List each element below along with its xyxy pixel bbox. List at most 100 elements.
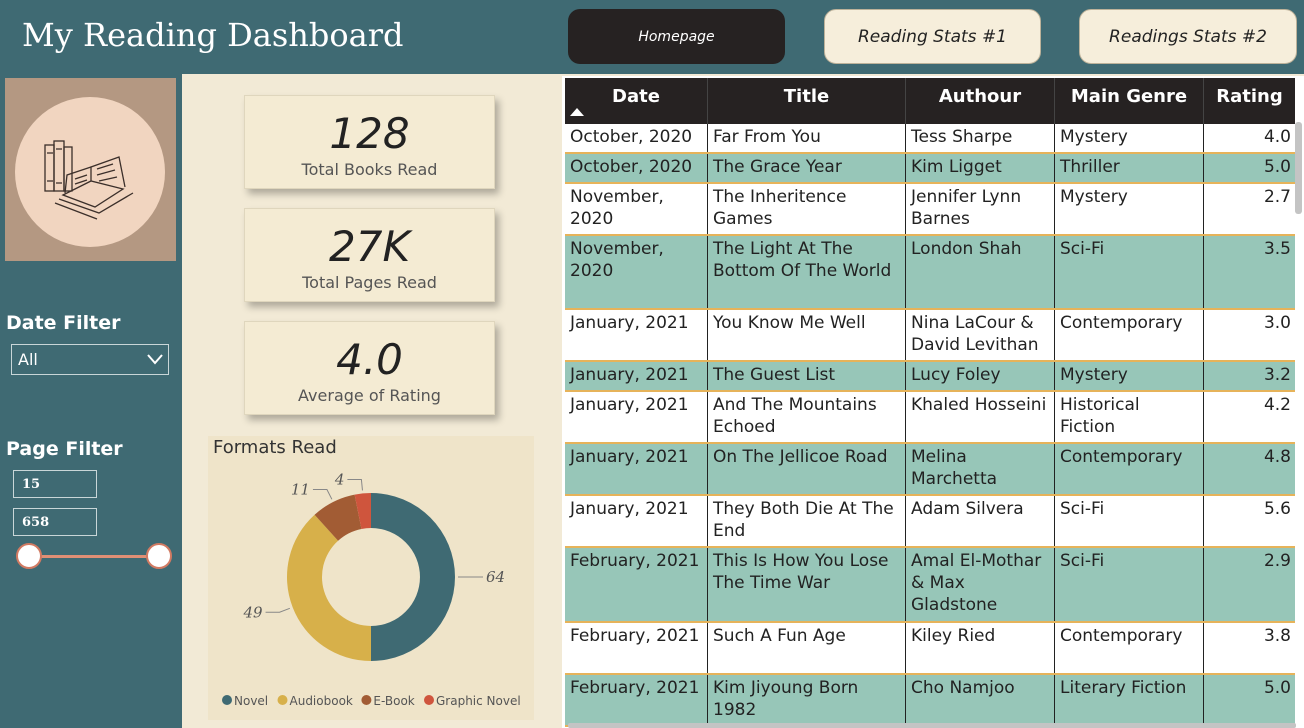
donut-slice-novel[interactable] [371, 493, 455, 661]
column-header-label: Title [783, 86, 830, 107]
table-cell: Mystery [1055, 362, 1204, 390]
date-filter-dropdown[interactable]: All [11, 344, 169, 375]
table-row[interactable]: February, 2021 This Is How You Lose The T… [565, 548, 1295, 623]
total-books-value: 128 [329, 109, 410, 158]
table-cell: Sci-Fi [1055, 548, 1204, 621]
vertical-scrollbar[interactable] [1295, 122, 1302, 214]
table-cell: The Inheritence Games [708, 184, 906, 234]
legend-entry[interactable]: E-Book [373, 694, 414, 708]
column-header-label: Rating [1216, 86, 1283, 107]
table-cell: Khaled Hosseini [906, 392, 1055, 442]
legend-dot [424, 695, 434, 705]
table-row[interactable]: November, 2020 The Inheritence Games Jenni… [565, 184, 1295, 236]
table-cell: Cho Namjoo [906, 675, 1055, 725]
table-cell: Jennifer Lynn Barnes [906, 184, 1055, 234]
table-cell: 3.0 [1263, 313, 1291, 333]
table-cell: The Light At The Bottom Of The World [708, 236, 906, 308]
table-cell: 2.9 [1263, 551, 1291, 571]
column-header-authour[interactable]: Authour [906, 78, 1055, 124]
column-header-label: Main Genre [1070, 86, 1188, 107]
table-cell: Kim Jiyoung Born 1982 [708, 675, 906, 725]
table-row[interactable]: February, 2021 Kim Jiyoung Born 1982 Cho N… [565, 675, 1295, 727]
table-cell: The Grace Year [708, 154, 906, 182]
date-filter-value: All [18, 350, 38, 369]
table-row[interactable]: October, 2020 The Grace Year Kim Ligget Thr… [565, 154, 1295, 184]
table-cell: 3.5 [1263, 239, 1291, 259]
table-cell: February, 2021 [565, 675, 708, 725]
total-pages-card: 27K Total Pages Read [244, 208, 495, 302]
horizontal-scrollbar[interactable] [568, 723, 1296, 728]
table-row[interactable]: October, 2020 Far From You Tess Sharpe Myst… [565, 124, 1295, 154]
table-body: October, 2020 Far From You Tess Sharpe Myst… [565, 124, 1295, 727]
column-header-title[interactable]: Title [708, 78, 906, 124]
table-cell: The Guest List [708, 362, 906, 390]
table-cell: Amal El-Mothar & Max Gladstone [906, 548, 1055, 621]
formats-donut-chart: 64 49 11 4 Novel Audiobook E-Book Graphic Novel [222, 470, 521, 708]
table-row[interactable]: January, 2021 And The Mountains Echoed Kha… [565, 392, 1295, 444]
table-cell: Kim Ligget [906, 154, 1055, 182]
readings-stats-2-button[interactable]: Readings Stats #2 [1079, 9, 1297, 64]
logo [5, 78, 176, 261]
books-illustration-icon [15, 97, 165, 247]
average-rating-card: 4.0 Average of Rating [244, 321, 495, 415]
reading-stats-1-button[interactable]: Reading Stats #1 [824, 9, 1041, 64]
total-pages-value: 27K [329, 222, 410, 271]
page-range-slider-track[interactable] [29, 555, 159, 558]
legend-entry[interactable]: Graphic Novel [436, 694, 521, 708]
table-row[interactable]: January, 2021 You Know Me Well Nina LaCour… [565, 310, 1295, 362]
table-cell: 5.0 [1263, 678, 1291, 698]
books-table: Date Title Authour Main Genre Rating October… [562, 76, 1304, 728]
table-cell: Far From You [708, 124, 906, 152]
table-cell: London Shah [906, 236, 1055, 308]
table-row[interactable]: January, 2021 They Both Die At The End Ada… [565, 496, 1295, 548]
nav-bar: Homepage Reading Stats #1 Readings Stats… [560, 0, 1304, 74]
table-cell: 3.2 [1263, 365, 1291, 385]
table-cell: Nina LaCour & David Levithan [906, 310, 1055, 360]
table-row[interactable]: January, 2021 On The Jellicoe Road Melina … [565, 444, 1295, 496]
app-title: My Reading Dashboard [22, 16, 404, 54]
sidebar: Date Filter All Page Filter 15 658 [0, 74, 182, 728]
page-range-max-handle[interactable] [146, 543, 172, 569]
legend-entry[interactable]: Novel [234, 694, 268, 708]
legend-dot [222, 695, 232, 705]
table-cell: November, 2020 [565, 184, 708, 234]
table-cell: On The Jellicoe Road [708, 444, 906, 494]
table-row[interactable]: November, 2020 The Light At The Bottom Of… [565, 236, 1295, 310]
table-cell: Sci-Fi [1055, 236, 1204, 308]
table-cell: Contemporary [1055, 623, 1204, 673]
table-row[interactable]: January, 2021 The Guest List Lucy Foley Mys… [565, 362, 1295, 392]
column-header-label: Date [612, 86, 660, 107]
table-cell: And The Mountains Echoed [708, 392, 906, 442]
table-cell: Thriller [1055, 154, 1204, 182]
table-cell: Historical Fiction [1055, 392, 1204, 442]
table-cell: Literary Fiction [1055, 675, 1204, 725]
column-header-date[interactable]: Date [565, 78, 708, 124]
column-header-main-genre[interactable]: Main Genre [1055, 78, 1204, 124]
total-books-card: 128 Total Books Read [244, 95, 495, 189]
table-cell: They Both Die At The End [708, 496, 906, 546]
table-cell: Such A Fun Age [708, 623, 906, 673]
donut-slice-audiobook[interactable] [287, 514, 371, 661]
page-min-input[interactable]: 15 [13, 470, 97, 498]
table-cell: 3.8 [1263, 626, 1291, 646]
homepage-button[interactable]: Homepage [568, 9, 785, 64]
table-cell: Kiley Ried [906, 623, 1055, 673]
table-cell: February, 2021 [565, 623, 708, 673]
legend-entry[interactable]: Audiobook [290, 694, 353, 708]
total-pages-label: Total Pages Read [302, 273, 437, 292]
page-filter-title: Page Filter [6, 438, 123, 460]
page-max-input[interactable]: 658 [13, 508, 97, 536]
data-label: 4 [334, 470, 345, 488]
date-filter-title: Date Filter [6, 312, 121, 334]
data-label-leader [347, 478, 363, 491]
column-header-label: Authour [938, 86, 1022, 107]
page-range-min-handle[interactable] [16, 543, 42, 569]
data-label: 11 [291, 480, 310, 498]
table-row[interactable]: February, 2021 Such A Fun Age Kiley Ried Co… [565, 623, 1295, 675]
table-header: Date Title Authour Main Genre Rating [565, 78, 1295, 124]
table-cell: October, 2020 [565, 124, 708, 152]
table-cell: Melina Marchetta [906, 444, 1055, 494]
column-header-rating[interactable]: Rating [1204, 78, 1295, 124]
chevron-down-icon [147, 354, 163, 365]
average-rating-value: 4.0 [336, 335, 403, 384]
